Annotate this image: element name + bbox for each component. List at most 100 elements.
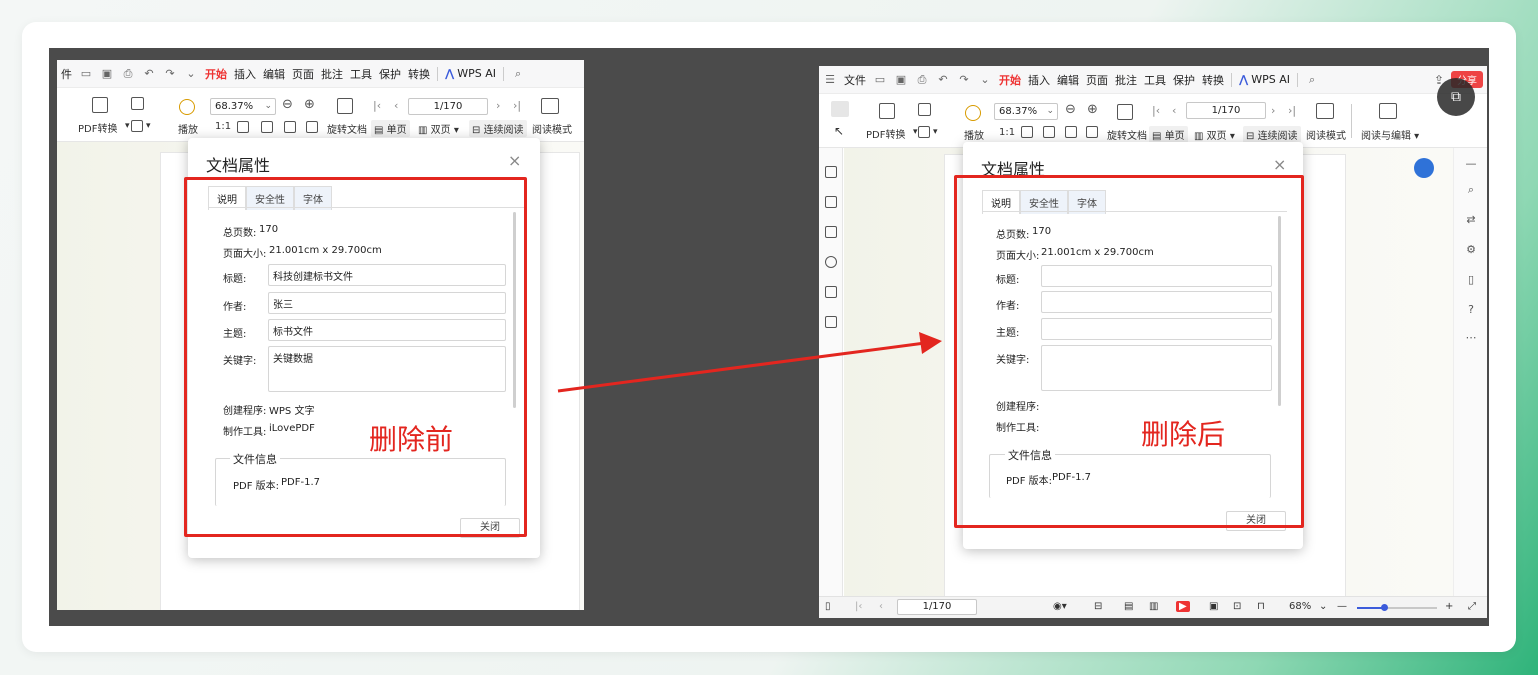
rotate-left-icon[interactable] xyxy=(284,121,296,133)
menu-file[interactable]: 文件 xyxy=(844,72,866,88)
play-button[interactable]: 播放 xyxy=(178,121,198,136)
save-icon[interactable]: ▣ xyxy=(894,73,908,86)
zoom-out-icon[interactable]: — xyxy=(1337,601,1347,612)
close-icon[interactable]: × xyxy=(1273,155,1286,174)
undo-icon[interactable]: ↶ xyxy=(936,73,950,86)
single-page-button[interactable]: ▤ 单页 xyxy=(1149,126,1188,143)
chevron-down-icon[interactable]: ⌄ xyxy=(184,67,198,80)
screen-translate-icon[interactable]: ⧉ xyxy=(1437,78,1475,116)
actual-size-icon[interactable]: 1:1 xyxy=(999,127,1015,138)
crop-icon[interactable] xyxy=(1117,104,1133,120)
wps-ai-button[interactable]: ⋀ WPS AI xyxy=(1239,73,1290,86)
next-page-icon[interactable]: › xyxy=(1271,104,1275,117)
read-edit-icon[interactable] xyxy=(1379,103,1397,119)
copy-icon[interactable] xyxy=(918,103,931,116)
save-icon[interactable]: ▣ xyxy=(100,67,114,80)
page-input[interactable]: 1/170 xyxy=(408,98,488,115)
select-tool-icon[interactable]: ↖ xyxy=(834,124,844,138)
reading-mode-button[interactable]: 阅读模式 xyxy=(532,121,572,136)
pdf-convert-button[interactable]: PDF转换 xyxy=(866,126,905,141)
zoom-in-icon[interactable]: ⊕ xyxy=(304,97,315,112)
rotate-doc-button[interactable]: 旋转文档 xyxy=(327,121,367,136)
page-input[interactable]: 1/170 xyxy=(1186,102,1266,119)
comment-icon[interactable] xyxy=(825,226,837,238)
play-icon[interactable] xyxy=(965,105,981,121)
chevron-down-icon[interactable]: ▾ xyxy=(913,127,918,137)
rotate-right-icon[interactable] xyxy=(306,121,318,133)
play-button[interactable]: 播放 xyxy=(964,127,984,142)
minimize-icon[interactable]: — xyxy=(1465,158,1477,170)
fit-page-icon[interactable]: ⊡ xyxy=(1233,601,1241,612)
folder-icon[interactable]: ▭ xyxy=(79,67,93,80)
continuous-reading-button[interactable]: ⊟ 连续阅读 xyxy=(469,120,527,137)
play-icon[interactable] xyxy=(179,99,195,115)
wps-ai-button[interactable]: ⋀ WPS AI xyxy=(445,67,496,80)
eye-icon[interactable]: ◉▾ xyxy=(1053,601,1067,612)
play-icon[interactable]: ▶ xyxy=(1176,601,1190,612)
fit-width-icon[interactable] xyxy=(261,121,273,133)
chevron-down-icon[interactable]: ▾ xyxy=(146,121,151,131)
menu-insert[interactable]: 插入 xyxy=(1028,72,1050,88)
attachment-icon[interactable] xyxy=(825,256,837,268)
zoom-out-icon[interactable]: ⊖ xyxy=(1065,102,1076,117)
layers-icon[interactable] xyxy=(131,120,143,132)
menu-tools[interactable]: 工具 xyxy=(1144,72,1166,88)
reading-mode-icon[interactable] xyxy=(541,98,559,114)
rotate-doc-button[interactable]: 旋转文档 xyxy=(1107,127,1147,142)
layers-icon[interactable] xyxy=(825,316,837,328)
actual-size-icon[interactable]: 1:1 xyxy=(215,121,231,132)
double-page-icon[interactable]: ▥ xyxy=(1149,601,1158,612)
continuous-icon[interactable]: ⊟ xyxy=(1094,601,1102,612)
help-icon[interactable]: ? xyxy=(1465,304,1477,316)
zoom-slider-handle[interactable] xyxy=(1381,604,1388,611)
double-page-button[interactable]: ▥ 双页 ▾ xyxy=(418,121,459,136)
bookmark-icon[interactable] xyxy=(825,166,837,178)
menu-page[interactable]: 页面 xyxy=(292,66,314,82)
fit-page-icon[interactable] xyxy=(237,121,249,133)
fullscreen-icon[interactable]: ⤢ xyxy=(1468,601,1476,612)
menu-convert[interactable]: 转换 xyxy=(408,66,430,82)
fit-width-icon[interactable]: ⊓ xyxy=(1257,601,1265,612)
status-page-input[interactable]: 1/170 xyxy=(897,599,977,615)
read-edit-button[interactable]: 阅读与编辑 ▾ xyxy=(1361,127,1419,142)
fit-page-icon[interactable] xyxy=(1021,126,1033,138)
menu-convert[interactable]: 转换 xyxy=(1202,72,1224,88)
folder-icon[interactable]: ▭ xyxy=(873,73,887,86)
double-page-button[interactable]: ▥ 双页 ▾ xyxy=(1194,127,1235,142)
rotate-right-icon[interactable] xyxy=(1086,126,1098,138)
pdf-convert-icon[interactable] xyxy=(879,103,895,119)
zoom-in-icon[interactable]: + xyxy=(1445,601,1453,612)
layers-icon[interactable] xyxy=(918,126,930,138)
single-page-button[interactable]: ▤ 单页 xyxy=(371,120,410,137)
chevron-down-icon[interactable]: ⌄ xyxy=(978,73,992,86)
first-page-icon[interactable]: |‹ xyxy=(373,99,381,112)
hand-tool-icon[interactable] xyxy=(831,101,849,117)
pdf-convert-icon[interactable] xyxy=(92,97,108,113)
last-page-icon[interactable]: ›| xyxy=(513,99,521,112)
print-icon[interactable]: ⎙ xyxy=(121,67,135,80)
search-icon[interactable]: ⌕ xyxy=(511,67,525,80)
book-icon[interactable]: ▯ xyxy=(1465,274,1477,286)
prev-page-icon[interactable]: ‹ xyxy=(394,99,398,112)
copy-icon[interactable] xyxy=(131,97,144,110)
fit-width-icon[interactable] xyxy=(1043,126,1055,138)
more-icon[interactable]: ⋯ xyxy=(1465,332,1477,344)
menu-home[interactable]: 开始 xyxy=(999,72,1021,88)
menu-annotate[interactable]: 批注 xyxy=(1115,72,1137,88)
menu-home[interactable]: 开始 xyxy=(205,66,227,82)
next-page-icon[interactable]: › xyxy=(496,99,500,112)
last-page-icon[interactable]: ›| xyxy=(1288,104,1296,117)
redo-icon[interactable]: ↷ xyxy=(163,67,177,80)
chevron-down-icon[interactable]: ⌄ xyxy=(1319,601,1327,612)
zoom-out-icon[interactable]: ⊖ xyxy=(282,97,293,112)
first-page-icon[interactable]: |‹ xyxy=(855,601,862,612)
menu-protect[interactable]: 保护 xyxy=(379,66,401,82)
reading-mode-button[interactable]: 阅读模式 xyxy=(1306,127,1346,142)
pdf-convert-button[interactable]: PDF转换 xyxy=(78,120,117,135)
first-page-icon[interactable]: |‹ xyxy=(1152,104,1160,117)
prev-page-icon[interactable]: ‹ xyxy=(879,601,883,612)
menu-edit[interactable]: 编辑 xyxy=(263,66,285,82)
zoom-select[interactable]: 68.37% ⌄ xyxy=(994,103,1058,120)
menu-tools[interactable]: 工具 xyxy=(350,66,372,82)
close-icon[interactable]: × xyxy=(508,151,521,170)
